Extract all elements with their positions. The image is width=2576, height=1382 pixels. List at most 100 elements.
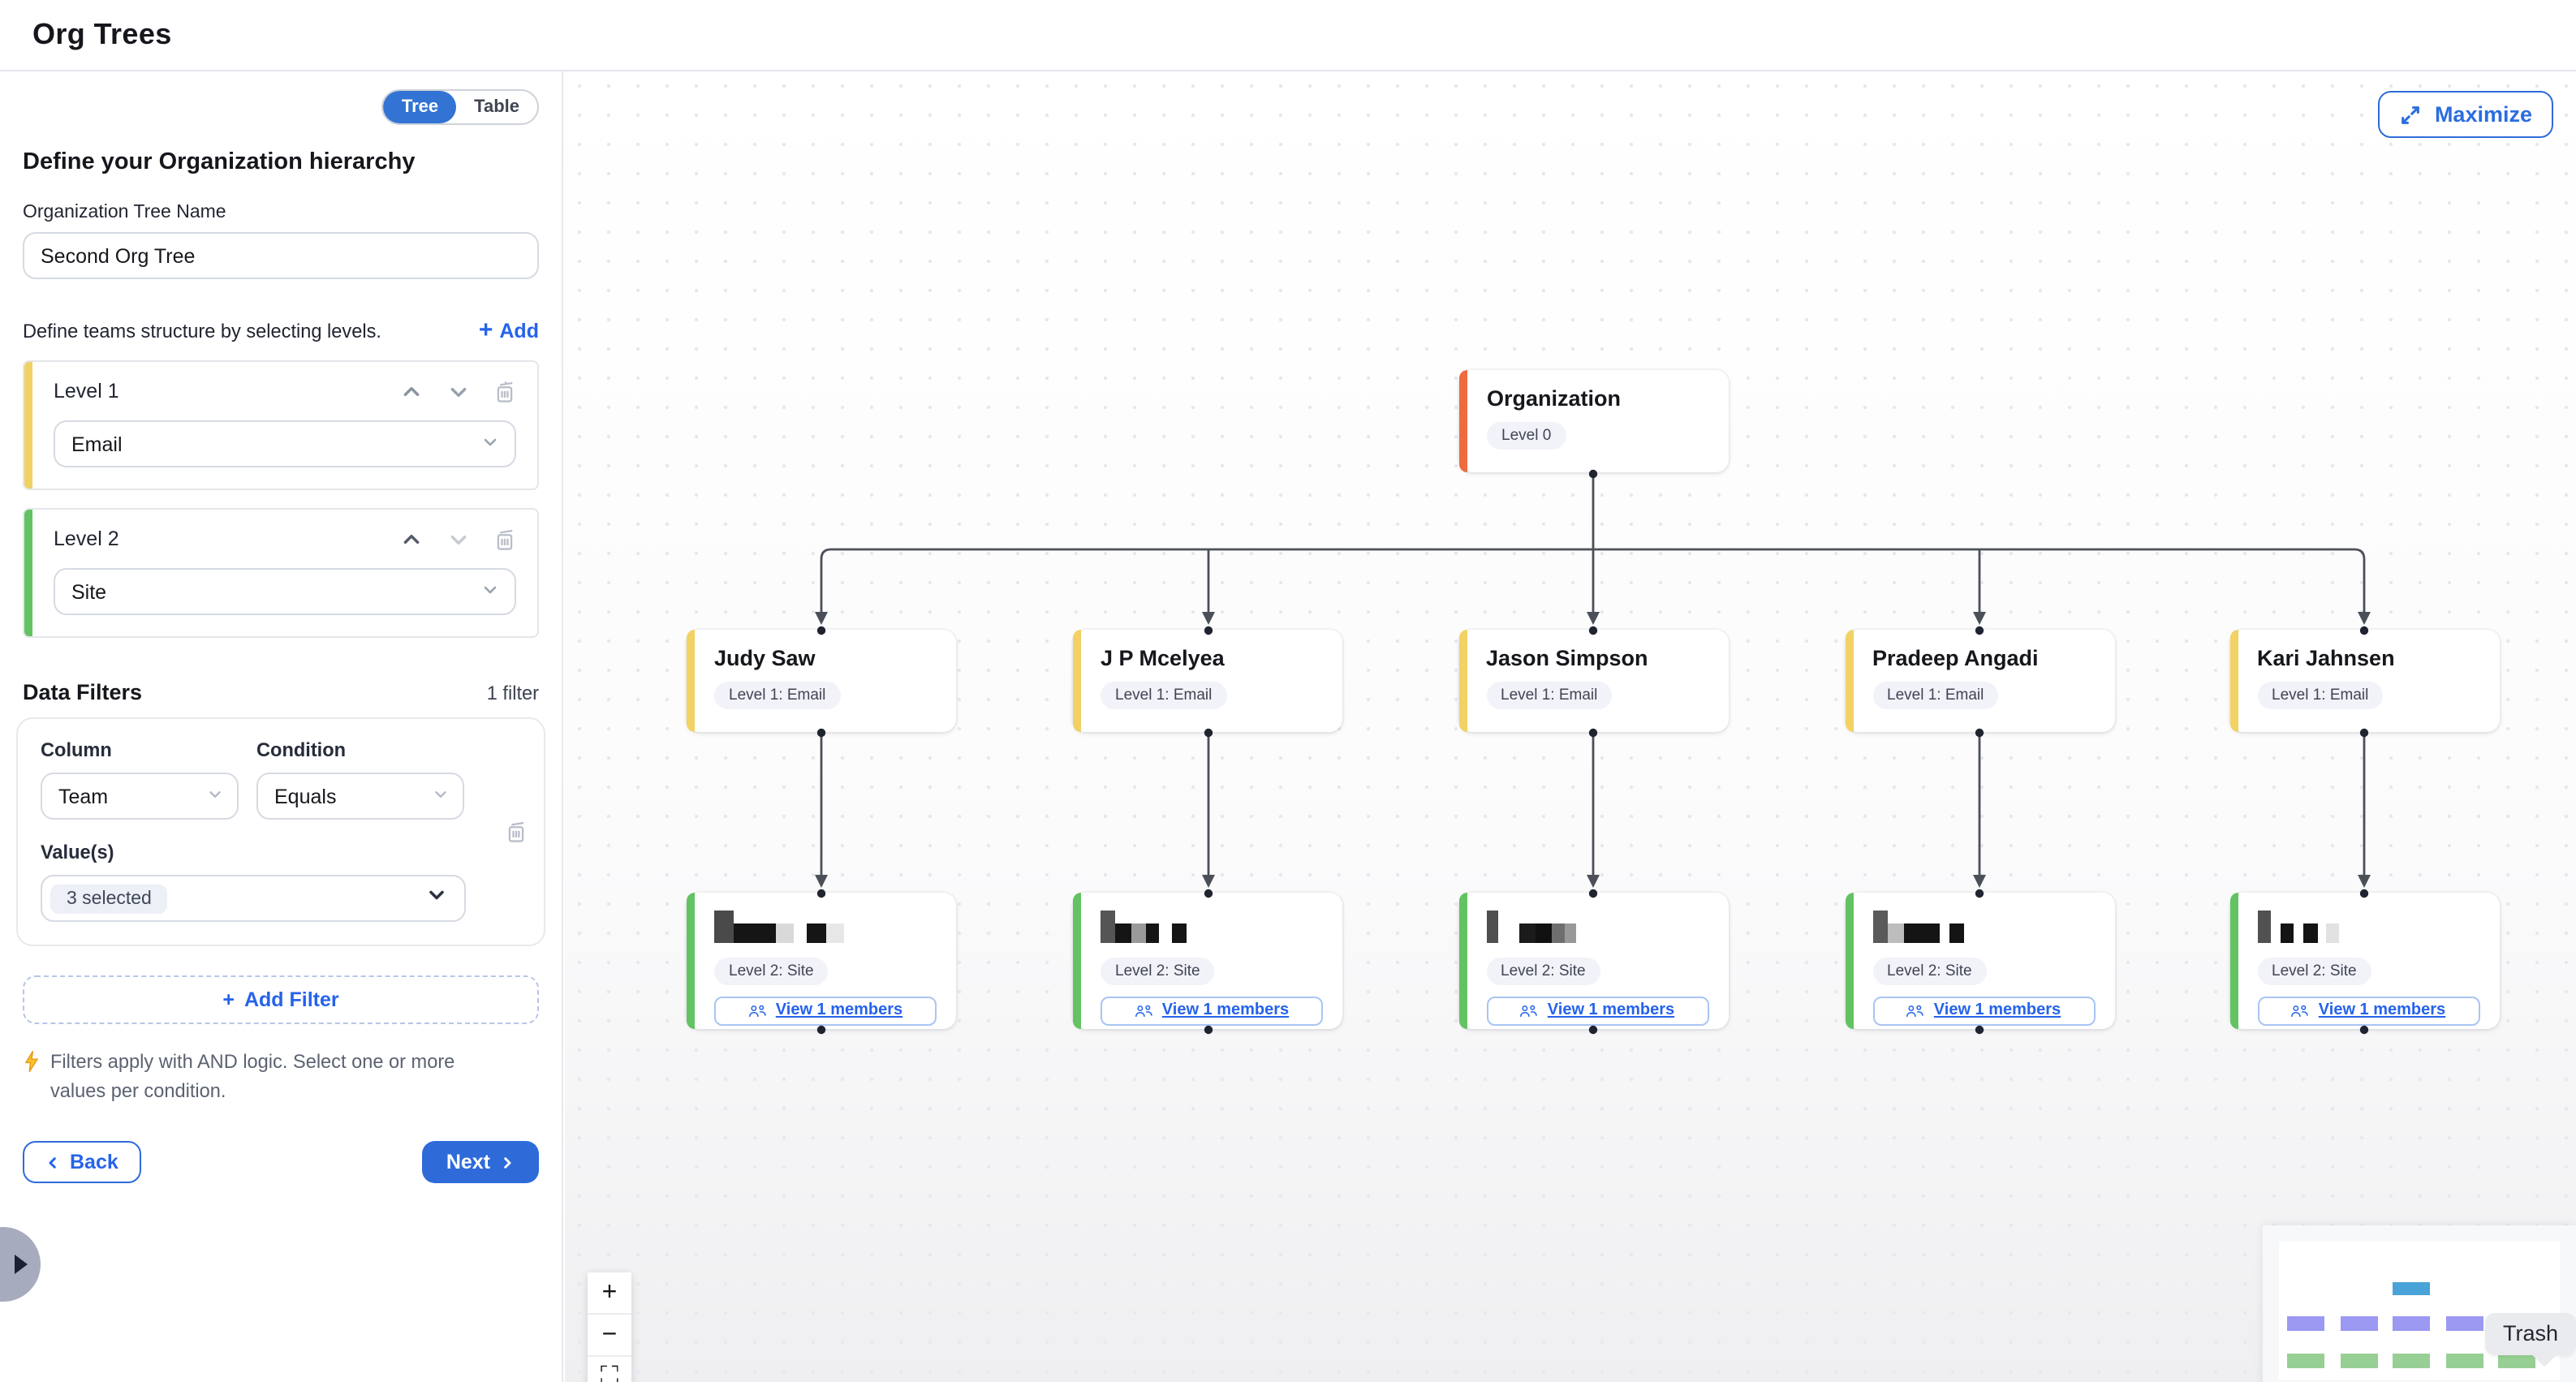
filters-header-row: Data Filters 1 filter <box>23 680 539 704</box>
delete-level-icon[interactable] <box>493 527 516 550</box>
next-label: Next <box>446 1152 490 1174</box>
back-button[interactable]: Back <box>23 1142 141 1184</box>
values-select[interactable]: 3 selected <box>41 875 466 922</box>
chevron-down-icon <box>425 883 448 914</box>
org-node-root[interactable]: Organization Level 0 <box>1459 369 1729 471</box>
toggle-tree[interactable]: Tree <box>384 91 456 123</box>
level-badge: Level 1: Email <box>1486 681 1612 708</box>
chevron-right-icon <box>500 1154 515 1172</box>
column-select[interactable]: Team <box>41 773 239 820</box>
next-button[interactable]: Next <box>422 1142 539 1184</box>
filters-count: 1 filter <box>487 682 539 704</box>
level-badge: Level 2: Site <box>1872 957 1987 984</box>
view-members-button[interactable]: View 1 members <box>1486 996 1708 1025</box>
add-filter-button[interactable]: + Add Filter <box>23 975 539 1024</box>
add-level-button[interactable]: + Add <box>479 318 539 342</box>
level-badge: Level 1: Email <box>2257 681 2383 708</box>
move-down-icon[interactable] <box>446 527 469 550</box>
move-down-icon[interactable] <box>446 380 469 403</box>
tree-name-label: Organization Tree Name <box>23 203 539 222</box>
level-badge: Level 2: Site <box>1101 957 1215 984</box>
zoom-controls: + − ⛶ <box>588 1272 631 1382</box>
levels-header-row: Define teams structure by selecting leve… <box>23 318 539 342</box>
view-members-button[interactable]: View 1 members <box>714 996 937 1025</box>
expand-arrow-icon <box>15 1255 28 1274</box>
chevron-down-icon <box>480 432 500 456</box>
level-2-select[interactable]: Site <box>54 568 516 615</box>
back-label: Back <box>70 1152 118 1174</box>
filters-note: Filters apply with AND logic. Select one… <box>23 1048 539 1106</box>
level-badge: Level 2: Site <box>714 957 829 984</box>
condition-label: Condition <box>256 738 464 761</box>
level-badge: Level 0 <box>1487 421 1566 449</box>
minimap-root-node <box>2393 1281 2430 1294</box>
column-label: Column <box>41 738 239 761</box>
redacted-name <box>2257 910 2479 942</box>
redacted-name <box>1872 910 2095 942</box>
move-up-icon[interactable] <box>399 380 422 403</box>
org-node-level1[interactable]: J P Mcelyea Level 1: Email <box>1073 629 1342 731</box>
minimap[interactable] <box>2263 1225 2576 1382</box>
move-up-icon[interactable] <box>399 527 422 550</box>
org-node-level2[interactable]: Level 2: Site View 1 members <box>1845 892 2114 1028</box>
toggle-table[interactable]: Table <box>456 91 537 123</box>
view-toggle: Tree Table <box>382 89 539 125</box>
redacted-name <box>1486 910 1708 942</box>
view-members-button[interactable]: View 1 members <box>1872 996 2095 1025</box>
view-members-label: View 1 members <box>2319 1001 2445 1019</box>
redacted-name <box>1101 910 1323 942</box>
zoom-in-button[interactable]: + <box>588 1272 631 1315</box>
people-icon <box>2291 1002 2311 1018</box>
org-node-level1[interactable]: Jason Simpson Level 1: Email <box>1458 629 1728 731</box>
org-node-level2[interactable]: Level 2: Site View 1 members <box>687 892 956 1028</box>
view-members-label: View 1 members <box>1934 1001 2061 1019</box>
fit-view-button[interactable]: ⛶ <box>588 1357 631 1382</box>
trash-tooltip: Trash <box>2485 1313 2576 1355</box>
node-title: J P Mcelyea <box>1101 645 1323 669</box>
tree-name-input[interactable] <box>23 232 539 279</box>
org-node-level1[interactable]: Pradeep Angadi Level 1: Email <box>1845 629 2114 731</box>
node-title: Judy Saw <box>714 645 937 669</box>
org-node-level1[interactable]: Judy Saw Level 1: Email <box>687 629 956 731</box>
node-title: Organization <box>1487 385 1709 410</box>
add-level-label: Add <box>499 319 539 342</box>
org-node-level2[interactable]: Level 2: Site View 1 members <box>1073 892 1342 1028</box>
chevron-down-icon <box>432 785 450 807</box>
filter-card: Column Team Condition Equals <box>16 717 545 946</box>
org-trees-app: Org Trees Tree Table Define your Organiz… <box>0 0 2576 1382</box>
selected-count-chip: 3 selected <box>50 884 168 913</box>
org-node-level2[interactable]: Level 2: Site View 1 members <box>2229 892 2499 1028</box>
node-title: Jason Simpson <box>1486 645 1708 669</box>
sidebar-footer: Back Next <box>23 1142 539 1184</box>
maximize-label: Maximize <box>2435 102 2532 127</box>
add-filter-label: Add Filter <box>244 988 339 1011</box>
maximize-button[interactable]: Maximize <box>2378 91 2553 138</box>
delete-filter-icon[interactable] <box>505 820 528 842</box>
plus-icon: + <box>479 318 493 342</box>
people-icon <box>1135 1002 1154 1018</box>
view-toggle-row: Tree Table <box>23 89 539 125</box>
chevron-down-icon <box>480 579 500 604</box>
node-title: Kari Jahnsen <box>2257 645 2479 669</box>
level-badge: Level 1: Email <box>714 681 840 708</box>
node-title: Pradeep Angadi <box>1872 645 2095 669</box>
org-node-level2[interactable]: Level 2: Site View 1 members <box>1458 892 1728 1028</box>
chevron-down-icon <box>206 785 224 807</box>
condition-select[interactable]: Equals <box>256 773 464 820</box>
level-badge: Level 1: Email <box>1101 681 1226 708</box>
level-1-title: Level 1 <box>54 380 399 403</box>
view-members-button[interactable]: View 1 members <box>2257 996 2479 1025</box>
plus-icon: + <box>222 988 235 1011</box>
view-members-label: View 1 members <box>1162 1001 1289 1019</box>
people-icon <box>1520 1002 1540 1018</box>
view-members-button[interactable]: View 1 members <box>1101 996 1323 1025</box>
people-icon <box>1906 1002 1926 1018</box>
level-1-select[interactable]: Email <box>54 420 516 467</box>
org-tree-canvas[interactable]: Maximize Organization Level 0 Judy Saw L… <box>565 71 2576 1382</box>
level-card-1: Level 1 Email <box>23 360 539 490</box>
delete-level-icon[interactable] <box>493 380 516 403</box>
values-label: Value(s) <box>41 841 521 863</box>
org-node-level1[interactable]: Kari Jahnsen Level 1: Email <box>2229 629 2499 731</box>
sidebar-heading: Define your Organization hierarchy <box>23 149 539 175</box>
zoom-out-button[interactable]: − <box>588 1315 631 1357</box>
